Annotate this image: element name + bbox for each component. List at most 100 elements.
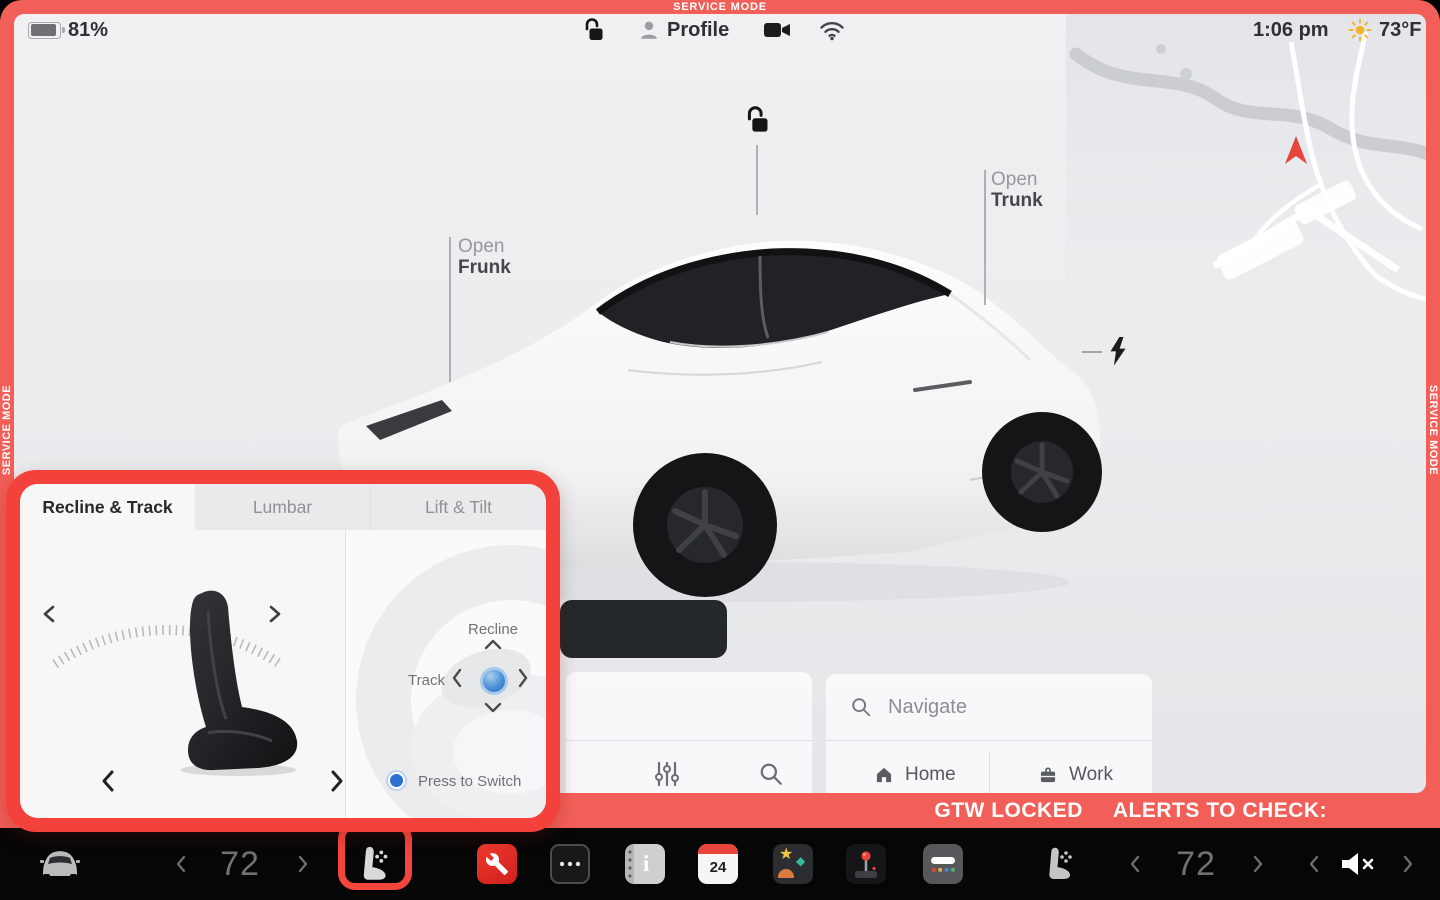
theater-app-button[interactable]: ★ ◆ [773,828,813,900]
open-trunk-button[interactable]: Open Trunk [991,169,1043,211]
calendar-app-button[interactable]: 24 [698,828,738,900]
info-book-icon: i [625,844,665,884]
navigate-input[interactable] [886,695,1110,720]
media-card[interactable] [560,600,727,658]
home-label: Home [905,764,956,786]
dock-seat-highlight [338,822,412,890]
battery-percent: 81% [68,19,108,42]
sliders-icon[interactable] [654,760,680,788]
service-mode-banner-right: SERVICE MODE [1426,370,1440,490]
dock: 72 [0,828,1440,900]
track-forward-arrow[interactable] [329,769,346,793]
tab-recline-track[interactable]: Recline & Track [20,484,195,530]
chargeport-bolt-icon[interactable] [1108,337,1128,367]
frunk-action-label: Open [458,236,511,257]
briefcase-icon [1038,765,1058,785]
launcher-card [566,672,812,793]
toybox-app-button[interactable] [923,828,963,900]
clock: 1:06 pm [1253,17,1329,43]
driver-temp[interactable]: 72 [212,828,268,900]
recline-back-arrow[interactable] [41,605,57,623]
joystick-icon [846,844,886,884]
service-mode-banner-left: SERVICE MODE [0,370,14,490]
press-to-switch-label: Press to Switch [418,773,546,790]
outside-temp-label: 73°F [1379,19,1421,42]
track-control-label: Track [365,672,445,689]
seat-panel-body: Recline & Track Lumbar Lift & Tilt [20,484,546,818]
recline-down-arrow[interactable] [484,702,502,713]
track-right-arrow[interactable] [517,668,529,688]
toybox-icon [923,844,963,884]
frunk-target-label: Frunk [458,257,511,278]
passenger-temp-down-arrow[interactable] [1122,828,1146,900]
calendar-icon: 24 [698,844,738,884]
search-icon [850,696,872,718]
trunk-target-label: Trunk [991,190,1043,211]
recline-up-arrow[interactable] [484,639,502,650]
track-left-arrow[interactable] [451,668,463,688]
gtw-status-label: GTW LOCKED [934,799,1082,823]
battery-icon [28,22,61,39]
work-label: Work [1069,764,1113,786]
person-icon [638,18,660,42]
card-vertical-divider [989,752,990,793]
trunk-callout-line [984,170,986,305]
theater-icon: ★ ◆ [773,844,813,884]
volume-up-arrow[interactable] [1396,828,1420,900]
contacts-app-button[interactable]: i [625,828,665,900]
driver-temp-up-arrow[interactable] [291,828,315,900]
arcade-app-button[interactable] [846,828,886,900]
press-to-switch-radio[interactable] [388,772,405,789]
home-button[interactable]: Home [874,764,956,786]
battery-status: 81% [28,17,108,43]
seat-panel-tabs: Recline & Track Lumbar Lift & Tilt [20,484,546,530]
volume-mute-button[interactable] [1338,828,1378,900]
work-button[interactable]: Work [1038,764,1113,786]
speaker-muted-icon [1340,850,1376,878]
chargeport-line [1082,351,1102,353]
card-divider [566,740,812,741]
wifi-button[interactable] [818,17,846,43]
card-divider [826,740,1152,741]
calendar-day: 24 [698,860,738,875]
seat-image [133,587,303,777]
alerts-to-check-label: ALERTS TO CHECK: [1113,799,1327,823]
frunk-callout-line [449,237,451,382]
passenger-temp[interactable]: 72 [1168,828,1224,900]
camcorder-icon [762,19,792,41]
recline-control-label: Recline [443,621,543,638]
search-icon[interactable] [758,760,784,788]
lock-button[interactable] [583,17,604,43]
profile-label: Profile [667,19,729,42]
scroll-wheel-button[interactable] [480,667,508,695]
tab-lift-tilt[interactable]: Lift & Tilt [371,484,546,530]
service-app-button[interactable] [477,828,517,900]
seat-adjust-panel: Recline & Track Lumbar Lift & Tilt [6,470,560,832]
tab-lumbar[interactable]: Lumbar [195,484,371,530]
home-icon [874,765,894,785]
unlocked-icon [583,18,604,42]
track-back-arrow[interactable] [99,769,116,793]
navigate-search-row[interactable] [826,674,1152,740]
volume-down-arrow[interactable] [1301,828,1325,900]
car-icon [37,847,83,881]
service-mode-banner-top: SERVICE MODE [0,0,1440,14]
wifi-icon [818,19,846,41]
trunk-action-label: Open [991,169,1043,190]
camera-button[interactable] [762,17,792,43]
car-controls-button[interactable] [36,828,84,900]
passenger-seat-adjust-button[interactable] [1040,828,1080,900]
weather: 73°F [1348,17,1421,43]
ellipsis-icon [550,844,590,884]
sun-icon [1348,18,1372,42]
map-view [1066,14,1426,314]
seat-adjust-icon [1044,845,1076,883]
navigation-card: Home Work [826,674,1152,793]
passenger-temp-up-arrow[interactable] [1246,828,1270,900]
all-apps-button[interactable] [550,828,590,900]
time-label: 1:06 pm [1253,19,1329,42]
open-frunk-button[interactable]: Open Frunk [458,236,511,278]
vehicle-unlock-icon[interactable] [744,106,770,134]
driver-temp-down-arrow[interactable] [168,828,192,900]
profile-menu[interactable]: Profile [638,17,729,43]
